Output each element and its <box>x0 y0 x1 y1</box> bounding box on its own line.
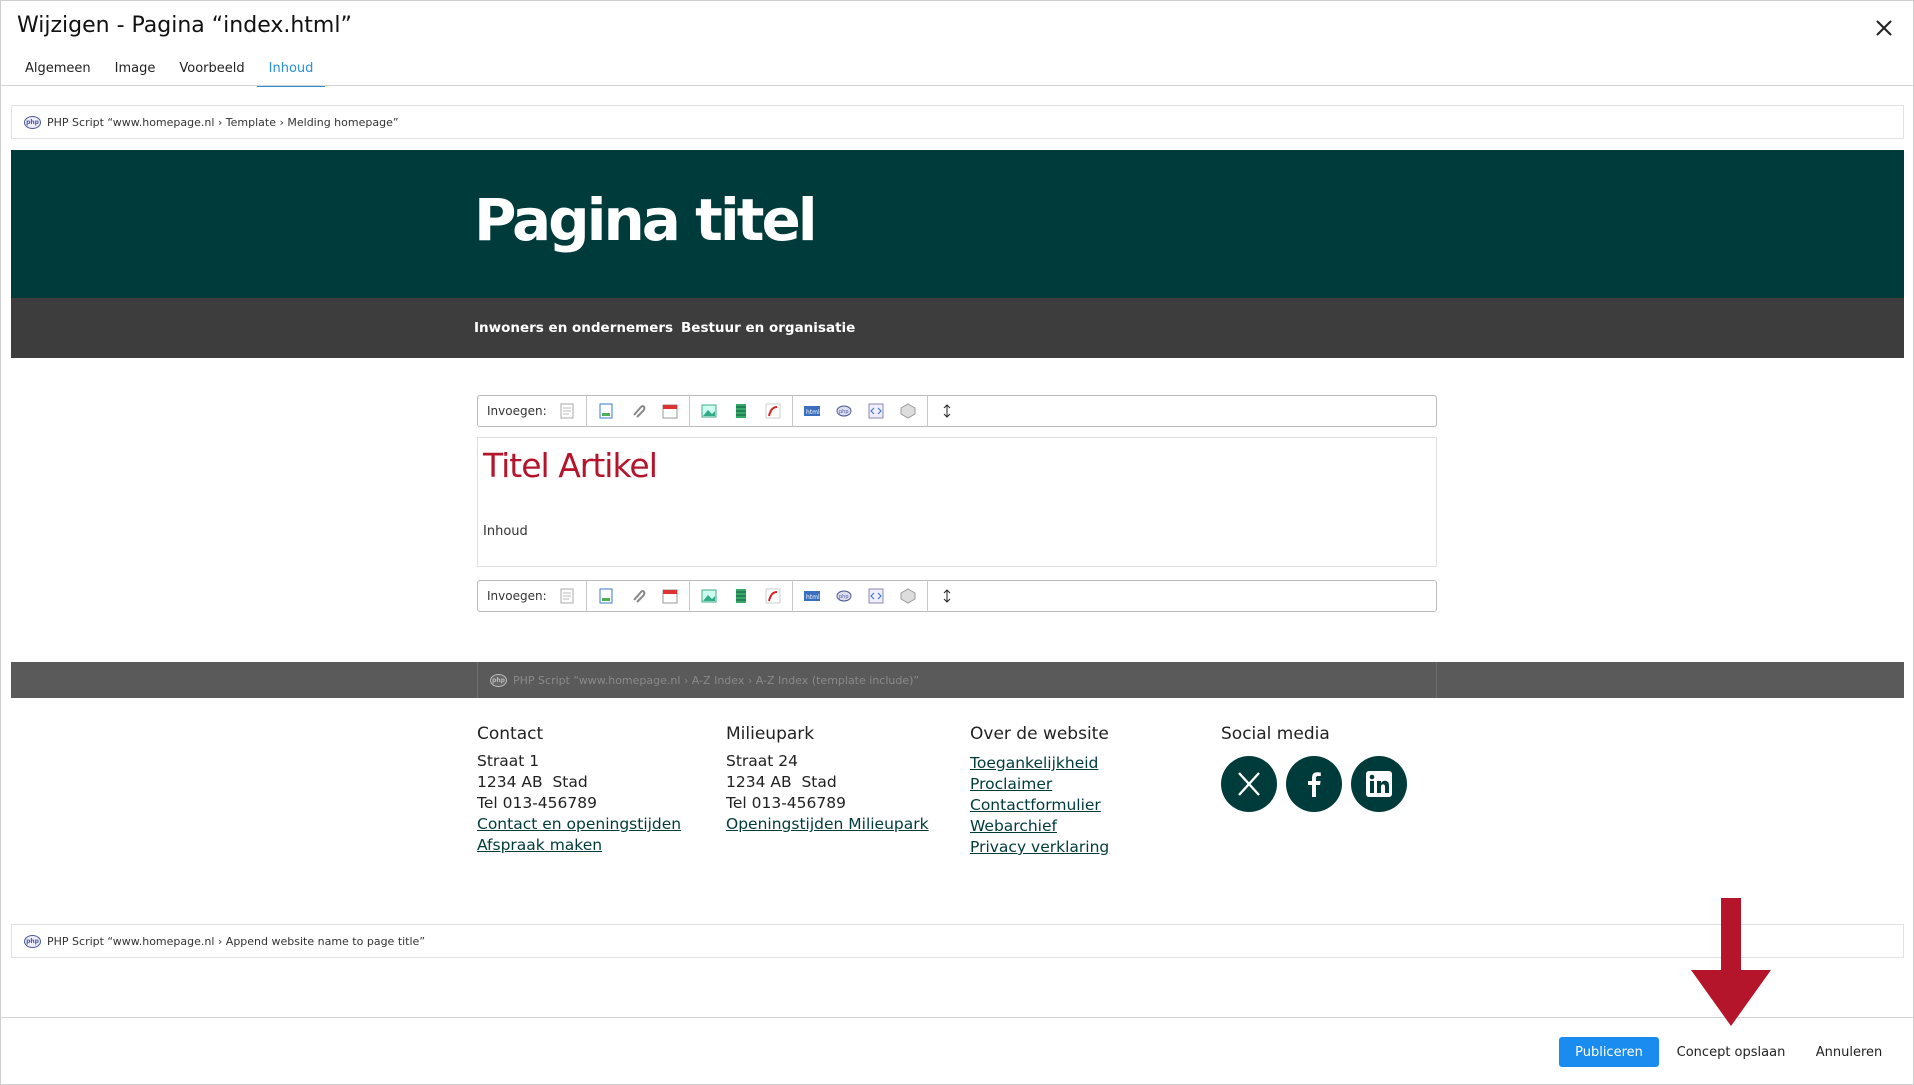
footer-contact: Contact Straat 1 1234 AB Stad Tel 013-45… <box>477 724 681 856</box>
footer-heading: Social media <box>1221 724 1330 744</box>
php-script-label: PHP Script “www.homepage.nl › Template ›… <box>47 115 399 129</box>
document-icon[interactable] <box>597 402 615 420</box>
insert-toolbar-top: Invoegen: html php <box>477 395 1437 427</box>
link-webarchief[interactable]: Webarchief <box>970 816 1109 837</box>
toolbar-label: Invoegen: <box>487 589 547 603</box>
module-icon[interactable] <box>899 587 917 605</box>
toolbar-separator <box>791 395 793 427</box>
dialog-title: Wijzigen - Pagina “index.html” <box>17 13 352 38</box>
module-icon[interactable] <box>899 402 917 420</box>
site-navigation: Inwoners en ondernemers Bestuur en organ… <box>11 298 1904 358</box>
link-contact-openingstijden[interactable]: Contact en openingstijden <box>477 814 681 835</box>
php-script-bar-footer[interactable]: php PHP Script “www.homepage.nl › A-Z In… <box>477 662 1437 698</box>
insert-toolbar-bottom: Invoegen: html php <box>477 580 1437 612</box>
address-line: Straat 24 <box>726 752 799 770</box>
publish-button[interactable]: Publiceren <box>1559 1037 1659 1067</box>
php-icon[interactable]: php <box>835 402 853 420</box>
svg-text:php: php <box>839 409 849 415</box>
attachment-icon[interactable] <box>629 402 647 420</box>
close-icon[interactable] <box>1871 15 1897 41</box>
toolbar-separator <box>926 580 928 612</box>
tab-inhoud[interactable]: Inhoud <box>256 55 326 87</box>
php-script-bar-bottom[interactable]: php PHP Script “www.homepage.nl › Append… <box>11 924 1904 958</box>
calendar-icon[interactable] <box>661 587 679 605</box>
svg-text:html: html <box>806 594 820 601</box>
php-icon: php <box>24 115 41 129</box>
link-proclaimer[interactable]: Proclaimer <box>970 774 1109 795</box>
php-icon: php <box>24 934 41 948</box>
image-icon[interactable] <box>700 402 718 420</box>
nav-item-inwoners[interactable]: Inwoners en ondernemers <box>474 320 673 336</box>
html-icon[interactable]: html <box>803 587 821 605</box>
film-icon[interactable] <box>732 402 750 420</box>
site-page-title: Pagina titel <box>474 186 818 254</box>
x-icon[interactable] <box>1221 756 1277 812</box>
facebook-icon[interactable] <box>1286 756 1342 812</box>
code-icon[interactable] <box>867 402 885 420</box>
flash-icon[interactable] <box>764 402 782 420</box>
footer-milieupark: Milieupark Straat 24 1234 AB Stad Tel 01… <box>726 724 929 835</box>
toolbar-separator <box>585 580 587 612</box>
php-script-bar-top[interactable]: php PHP Script “www.homepage.nl › Templa… <box>11 105 1904 139</box>
html-icon[interactable]: html <box>803 402 821 420</box>
film-icon[interactable] <box>732 587 750 605</box>
article-editor[interactable]: Titel Artikel Inhoud <box>477 437 1437 567</box>
cancel-button[interactable]: Annuleren <box>1809 1037 1889 1067</box>
flash-icon[interactable] <box>764 587 782 605</box>
php-icon[interactable]: php <box>835 587 853 605</box>
dialog-header: Wijzigen - Pagina “index.html” Algemeen … <box>1 1 1913 87</box>
resize-icon[interactable] <box>938 402 956 420</box>
phone-line: Tel 013-456789 <box>726 794 846 812</box>
address-line: 1234 AB Stad <box>726 773 837 791</box>
edit-dialog: Wijzigen - Pagina “index.html” Algemeen … <box>0 0 1914 1085</box>
phone-line: Tel 013-456789 <box>477 794 597 812</box>
tab-algemeen[interactable]: Algemeen <box>13 55 103 87</box>
article-title[interactable]: Titel Artikel <box>483 446 658 485</box>
tab-voorbeeld[interactable]: Voorbeeld <box>167 55 256 87</box>
php-icon: php <box>490 673 507 687</box>
site-header: Pagina titel <box>11 150 1904 298</box>
linkedin-icon[interactable] <box>1351 756 1407 812</box>
link-openingstijden-milieupark[interactable]: Openingstijden Milieupark <box>726 814 929 835</box>
footer-social: Social media <box>1221 724 1330 751</box>
svg-text:html: html <box>806 409 820 416</box>
link-toegankelijkheid[interactable]: Toegankelijkheid <box>970 753 1109 774</box>
toolbar-separator <box>791 580 793 612</box>
link-privacy-verklaring[interactable]: Privacy verklaring <box>970 837 1109 858</box>
toolbar-separator <box>926 395 928 427</box>
attachment-icon[interactable] <box>629 587 647 605</box>
php-script-label: PHP Script “www.homepage.nl › A-Z Index … <box>513 673 920 687</box>
svg-text:php: php <box>839 594 849 600</box>
footer-heading: Contact <box>477 724 544 744</box>
tab-bar: Algemeen Image Voorbeeld Inhoud <box>13 55 326 87</box>
footer-website: Over de website Toegankelijkheid Proclai… <box>970 724 1109 858</box>
toolbar-separator <box>585 395 587 427</box>
footer-heading: Milieupark <box>726 724 815 744</box>
image-icon[interactable] <box>700 587 718 605</box>
link-afspraak-maken[interactable]: Afspraak maken <box>477 835 681 856</box>
resize-icon[interactable] <box>938 587 956 605</box>
page-icon[interactable] <box>558 587 576 605</box>
page-icon[interactable] <box>558 402 576 420</box>
address-line: Straat 1 <box>477 752 540 770</box>
nav-item-bestuur[interactable]: Bestuur en organisatie <box>681 320 855 336</box>
toolbar-separator <box>688 580 690 612</box>
calendar-icon[interactable] <box>661 402 679 420</box>
tab-image[interactable]: Image <box>103 55 168 87</box>
page-preview: php PHP Script “www.homepage.nl › Templa… <box>11 86 1904 1017</box>
article-body[interactable]: Inhoud <box>483 524 528 539</box>
arrow-down-icon <box>1691 898 1771 1026</box>
save-draft-button[interactable]: Concept opslaan <box>1673 1037 1789 1067</box>
link-contactformulier[interactable]: Contactformulier <box>970 795 1109 816</box>
code-icon[interactable] <box>867 587 885 605</box>
address-line: 1234 AB Stad <box>477 773 588 791</box>
toolbar-label: Invoegen: <box>487 404 547 418</box>
php-script-label: PHP Script “www.homepage.nl › Append web… <box>47 934 426 948</box>
footer-divider <box>1 1017 1913 1018</box>
footer-heading: Over de website <box>970 724 1109 744</box>
toolbar-separator <box>688 395 690 427</box>
footer-script-bar: php PHP Script “www.homepage.nl › A-Z In… <box>11 662 1904 698</box>
document-icon[interactable] <box>597 587 615 605</box>
